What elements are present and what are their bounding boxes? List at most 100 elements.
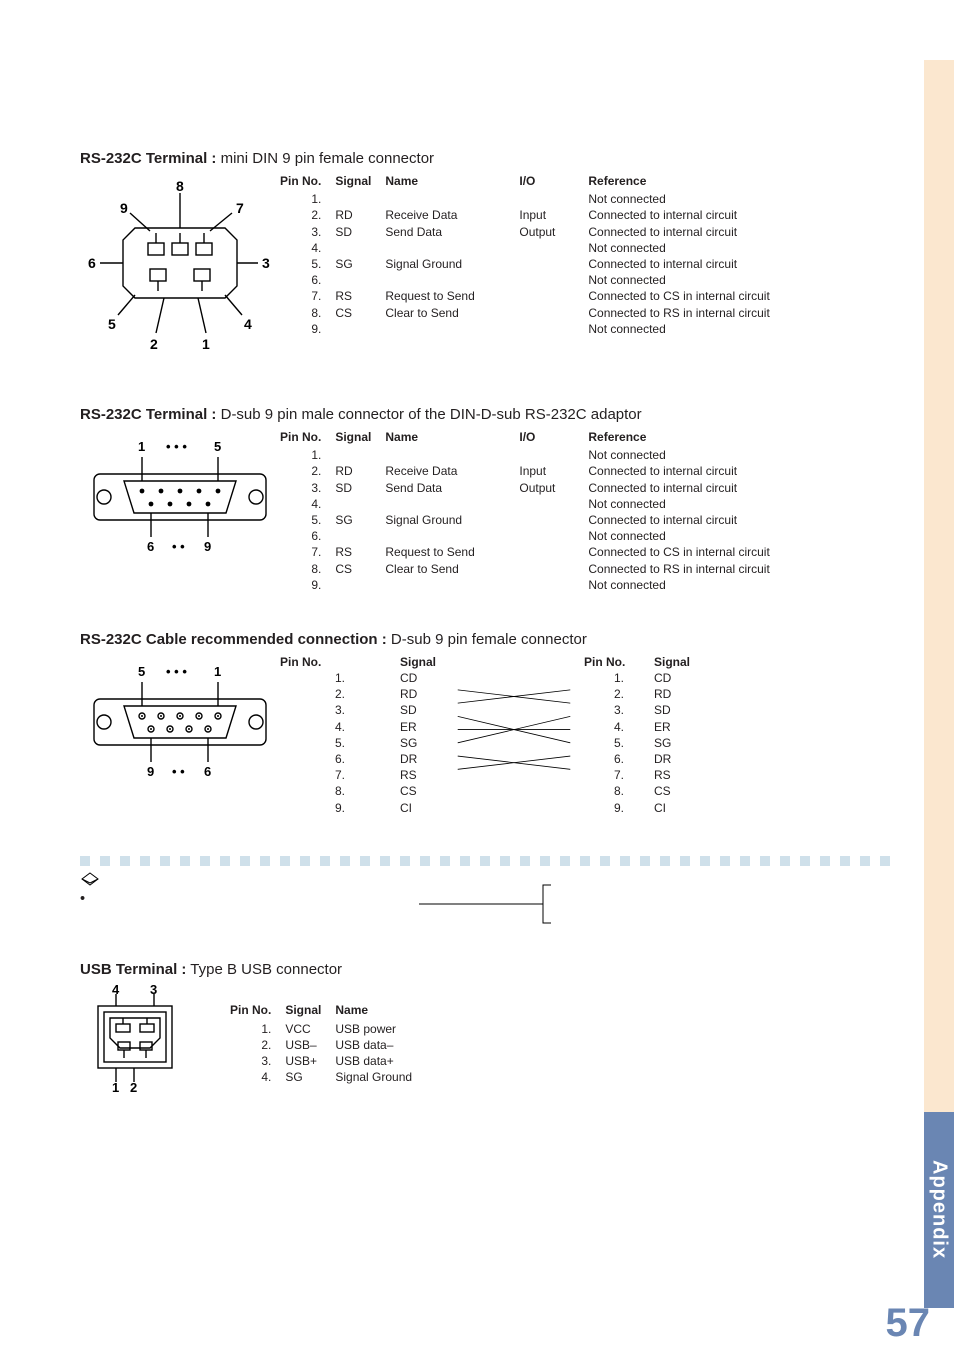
table-row: 9.Not connected xyxy=(280,577,784,593)
th-sig-right: Signal xyxy=(654,654,694,670)
section4-rows: 1.VCCUSB power2.USB–USB data–3.USB+USB d… xyxy=(230,1021,426,1086)
cable-sig-left: CS xyxy=(400,783,444,799)
table-row: 7.RSRequest to SendConnected to CS in in… xyxy=(280,544,784,560)
section1-rows: 1.Not connected2.RDReceive DataInputConn… xyxy=(280,191,784,337)
th-pin: Pin No. xyxy=(230,1002,285,1020)
th-signal: Signal xyxy=(285,1002,335,1020)
cable-sig-right: RD xyxy=(654,686,694,702)
table-row: 5.SGSignal GroundConnected to internal c… xyxy=(280,512,784,528)
cable-pin-left: 2. xyxy=(280,686,400,702)
section1-title-bold: RS-232C Terminal : xyxy=(80,150,216,167)
th-name: Name xyxy=(335,1002,426,1020)
dsub-male-diagram: 1 5 • • • 6 9 • • xyxy=(80,429,280,564)
pin-lbl-4: 4 xyxy=(112,984,120,997)
table-row: 8.CSClear to SendConnected to RS in inte… xyxy=(280,305,784,321)
pin-lbl-6: 6 xyxy=(204,764,211,779)
cable-sig-right: DR xyxy=(654,751,694,767)
cable-sig-left: CD xyxy=(400,670,444,686)
cable-sig-right: CD xyxy=(654,670,694,686)
cable-pin-right: 6. xyxy=(584,751,654,767)
projector-wires xyxy=(413,879,557,929)
note-icon xyxy=(80,872,100,886)
cable-pin-left: 5. xyxy=(280,735,400,751)
table-row: 8.CSClear to SendConnected to RS in inte… xyxy=(280,561,784,577)
th-signal: Signal xyxy=(335,173,385,191)
pin-lbl-6: 6 xyxy=(88,255,96,271)
cable-pin-right: 1. xyxy=(584,670,654,686)
dots-bot: • • xyxy=(172,539,185,554)
section1-table: Pin No. Signal Name I/O Reference 1.Not … xyxy=(280,173,784,337)
th-name: Name xyxy=(385,173,519,191)
th-name: Name xyxy=(385,429,519,447)
cable-sig-left: SD xyxy=(400,702,444,718)
table-row: 6.Not connected xyxy=(280,528,784,544)
pin-lbl-5: 5 xyxy=(138,664,145,679)
th-sig-left: Signal xyxy=(400,654,444,670)
pin-lbl-2: 2 xyxy=(130,1080,137,1094)
table-row: 9.Not connected xyxy=(280,321,784,337)
table-row: 1.Not connected xyxy=(280,191,784,207)
pin-lbl-4: 4 xyxy=(244,316,252,332)
section1-title-rest: mini DIN 9 pin female connector xyxy=(216,150,434,167)
table-row: 5.SGSignal GroundConnected to internal c… xyxy=(280,256,784,272)
pin-lbl-5: 5 xyxy=(214,439,221,454)
section4-title-bold: USB Terminal : xyxy=(80,961,186,978)
table-row: 1.VCCUSB power xyxy=(230,1021,426,1037)
cable-sig-right: RS xyxy=(654,767,694,783)
note-area: • xyxy=(80,854,890,928)
cable-pin-right: 2. xyxy=(584,686,654,702)
section2-title-rest: D-sub 9 pin male connector of the DIN-D-… xyxy=(216,406,641,423)
table-row: 2.USB–USB data– xyxy=(230,1037,426,1053)
cable-pin-left: 9. xyxy=(280,800,400,816)
page-number: 57 xyxy=(886,1301,931,1346)
table-row: 4.SGSignal Ground xyxy=(230,1069,426,1085)
section4-title-rest: Type B USB connector xyxy=(186,961,342,978)
th-ref: Reference xyxy=(588,429,783,447)
din9-diagram: 8 9 7 6 3 5 4 2 1 xyxy=(80,173,280,368)
table-row: 4.Not connected xyxy=(280,240,784,256)
table-row: 7.RSRequest to SendConnected to CS in in… xyxy=(280,288,784,304)
cable-wires xyxy=(444,670,584,790)
cable-sig-right: CS xyxy=(654,783,694,799)
pin-lbl-9: 9 xyxy=(204,539,211,554)
section1-title: RS-232C Terminal : mini DIN 9 pin female… xyxy=(80,150,890,167)
cable-sig-left: SG xyxy=(400,735,444,751)
th-io: I/O xyxy=(519,429,588,447)
th-io: I/O xyxy=(519,173,588,191)
cable-pin-right: 5. xyxy=(584,735,654,751)
dsub-female-diagram: 5 1 • • • 9 6 • • xyxy=(80,654,280,789)
cable-pin-left: 6. xyxy=(280,751,400,767)
pin-lbl-6: 6 xyxy=(147,539,154,554)
table-row: 3.SDSend DataOutputConnected to internal… xyxy=(280,480,784,496)
cable-pin-left: 3. xyxy=(280,702,400,718)
th-pin: Pin No. xyxy=(280,173,335,191)
cable-pin-right: 8. xyxy=(584,783,654,799)
cable-sig-left: RS xyxy=(400,767,444,783)
cable-sig-right: CI xyxy=(654,800,694,816)
pin-lbl-9: 9 xyxy=(147,764,154,779)
th-pin-left: Pin No. xyxy=(280,654,400,670)
cable-pin-left: 4. xyxy=(280,719,400,735)
projector-computer-box xyxy=(335,923,635,927)
cable-sig-left: RD xyxy=(400,686,444,702)
table-row: 2.RDReceive DataInputConnected to intern… xyxy=(280,207,784,223)
usb-diagram: 4 3 1 2 xyxy=(80,984,190,1099)
cable-pin-left: 1. xyxy=(280,670,400,686)
cable-pin-right: 9. xyxy=(584,800,654,816)
table-row: 1.Not connected xyxy=(280,447,784,463)
dots-top: • • • xyxy=(166,664,187,679)
pin-lbl-2: 2 xyxy=(150,336,158,352)
cable-sig-left: DR xyxy=(400,751,444,767)
section3-title-bold: RS-232C Cable recommended connection : xyxy=(80,631,387,648)
section2-title: RS-232C Terminal : D-sub 9 pin male conn… xyxy=(80,406,890,423)
note-separator xyxy=(80,854,890,868)
pin-lbl-3: 3 xyxy=(262,255,270,271)
section3-title: RS-232C Cable recommended connection : D… xyxy=(80,631,890,648)
pin-lbl-1: 1 xyxy=(112,1080,119,1094)
section4-table: Pin No. Signal Name 1.VCCUSB power2.USB–… xyxy=(230,1002,426,1085)
page-content: RS-232C Terminal : mini DIN 9 pin female… xyxy=(80,150,890,1099)
section3-title-rest: D-sub 9 pin female connector xyxy=(387,631,587,648)
section2-table: Pin No. Signal Name I/O Reference 1.Not … xyxy=(280,429,784,593)
th-ref: Reference xyxy=(588,173,783,191)
appendix-label: Appendix xyxy=(928,1160,951,1259)
